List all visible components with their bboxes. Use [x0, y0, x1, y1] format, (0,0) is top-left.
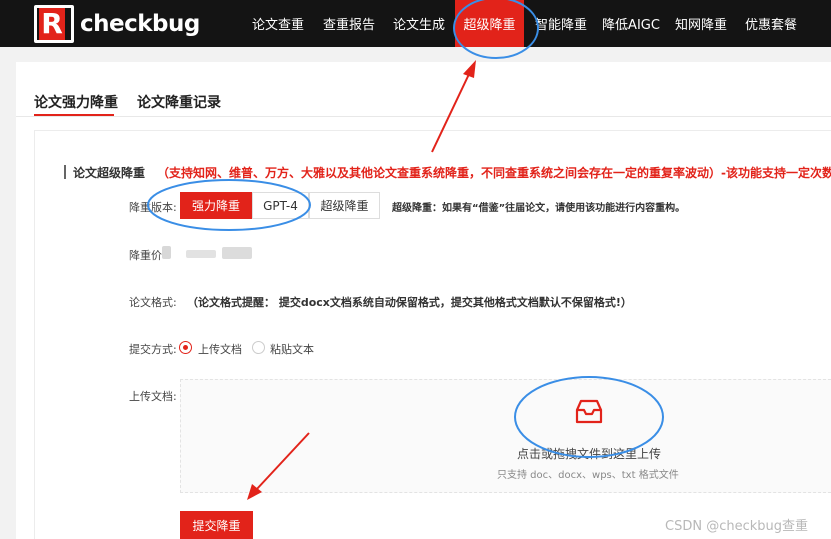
logo-icon: R [34, 5, 74, 43]
blurred-price [222, 247, 252, 259]
watermark: CSDN @checkbug查重 [665, 519, 809, 534]
radio-upload-document[interactable] [179, 341, 192, 354]
mode-super-reduce-button[interactable]: 超级降重 [309, 192, 380, 219]
submit-method-label: 提交方式: [129, 343, 177, 356]
nav-item-paper-generate[interactable]: 论文生成 [386, 0, 452, 47]
mode-gpt4-button[interactable]: GPT-4 [252, 192, 309, 219]
format-reminder: （论文格式提醒： 提交docx文档系统自动保留格式，提交其他格式文档默认不保留格… [187, 296, 632, 309]
radio-paste-text[interactable] [252, 341, 265, 354]
version-label: 降重版本: [129, 201, 177, 214]
tabs-divider [16, 116, 831, 117]
nav-item-discount-packages[interactable]: 优惠套餐 [738, 0, 804, 47]
radio-paste-text-label[interactable]: 粘贴文本 [270, 341, 314, 357]
brand-name: checkbug [80, 11, 200, 37]
upload-label: 上传文档: [129, 390, 177, 403]
radio-upload-document-label[interactable]: 上传文档 [198, 341, 242, 357]
inbox-icon [575, 399, 603, 424]
format-label: 论文格式: [129, 296, 177, 309]
tab-strong-reduce[interactable]: 论文强力降重 [34, 92, 118, 112]
nav-item-super-reduce[interactable]: 超级降重 [455, 0, 524, 47]
blurred-price [186, 250, 216, 258]
tab-reduce-records[interactable]: 论文降重记录 [137, 92, 221, 112]
mode-description: 超级降重：如果有“借鉴”往届论文，请使用该功能进行内容重构。 [392, 203, 686, 214]
section-marker [64, 165, 66, 179]
nav-item-check-report[interactable]: 查重报告 [316, 0, 382, 47]
section-title: 论文超级降重 [73, 166, 146, 180]
section-note: （支持知网、维普、万方、大雅以及其他论文查重系统降重，不同查重系统之间会存在一定… [157, 166, 831, 180]
nav-item-paper-check[interactable]: 论文查重 [245, 0, 311, 47]
top-navbar: R checkbug 论文查重 查重报告 论文生成 超级降重 智能降重 降低AI… [0, 0, 831, 47]
mode-strong-reduce-button[interactable]: 强力降重 [180, 192, 252, 219]
nav-item-smart-reduce[interactable]: 智能降重 [528, 0, 594, 47]
dropzone-formats: 只支持 doc、docx、wps、txt 格式文件 [497, 470, 679, 481]
price-label: 降重价 [129, 249, 162, 262]
active-tab-indicator [34, 114, 114, 116]
submit-reduce-button[interactable]: 提交降重 [180, 511, 253, 539]
brand-logo[interactable]: R checkbug [34, 5, 200, 43]
nav-item-reduce-aigc[interactable]: 降低AIGC [598, 0, 664, 47]
nav-item-cnki-reduce[interactable]: 知网降重 [668, 0, 734, 47]
dropzone-instruction: 点击或拖拽文件到这里上传 [517, 447, 662, 461]
blurred-price [162, 246, 171, 259]
